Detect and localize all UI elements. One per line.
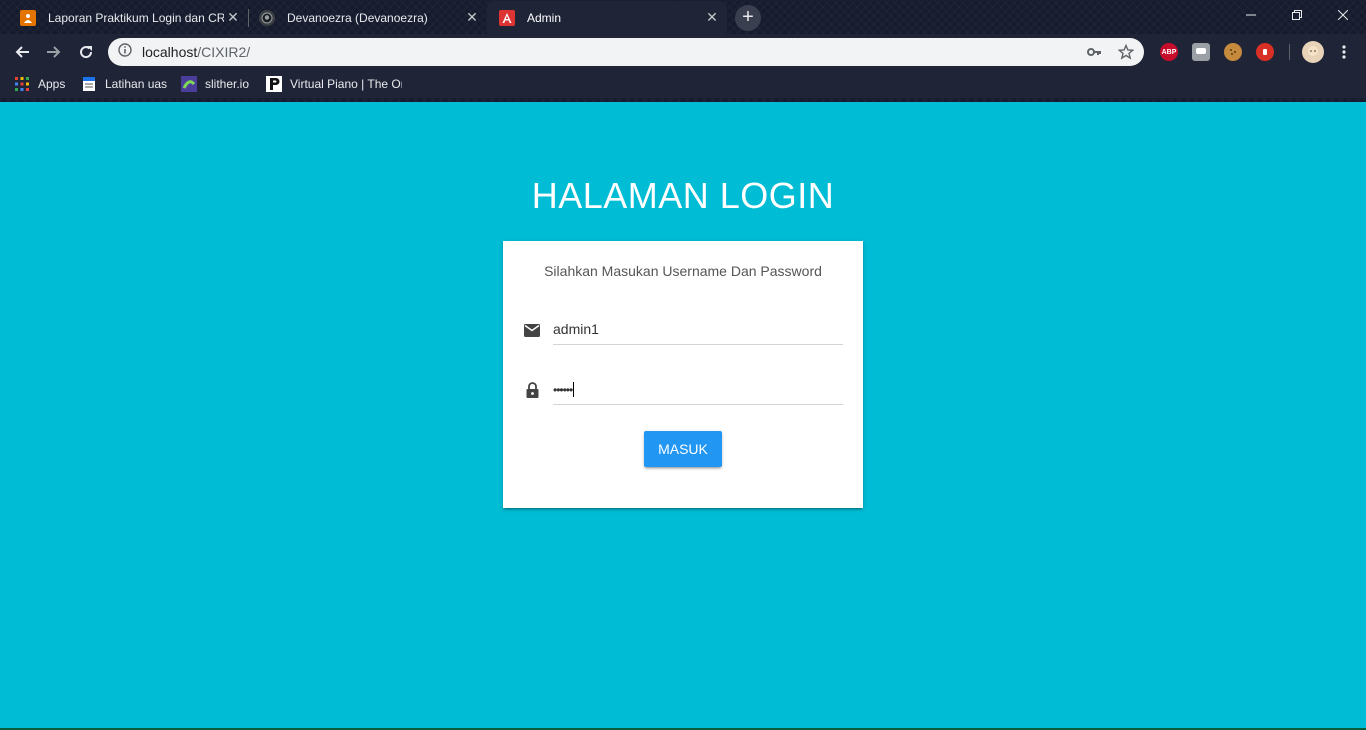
- login-instruction: Silahkan Masukan Username Dan Password: [544, 263, 822, 279]
- stop-extension-icon[interactable]: [1256, 43, 1274, 61]
- password-mask: ••••••: [553, 383, 573, 397]
- tab-title: Devanoezra (Devanoezra): [287, 10, 428, 25]
- adblock-plus-icon[interactable]: ABP: [1160, 43, 1178, 61]
- forward-button[interactable]: [40, 38, 68, 66]
- bookmark-slither[interactable]: slither.io: [181, 75, 249, 93]
- reload-icon: [80, 46, 93, 59]
- new-tab-button[interactable]: +: [735, 5, 761, 31]
- tab-admin[interactable]: Admin ✕: [487, 1, 727, 34]
- angular-icon: [499, 9, 515, 26]
- close-window-button[interactable]: [1320, 0, 1366, 30]
- slither-icon: [181, 76, 197, 92]
- bookmark-star-icon[interactable]: [1117, 43, 1135, 65]
- page-title: HALAMAN LOGIN: [531, 175, 835, 216]
- restore-button[interactable]: [1274, 0, 1320, 30]
- chat-extension-icon[interactable]: [1192, 43, 1210, 61]
- bookmark-label: Latihan uas: [105, 77, 168, 91]
- kebab-menu-icon: [1342, 45, 1346, 59]
- adblock-label: ABP: [1161, 48, 1177, 56]
- person-icon: [20, 9, 36, 26]
- profile-avatar[interactable]: [1302, 41, 1324, 63]
- password-field[interactable]: ••••••: [553, 373, 843, 405]
- close-tab-icon[interactable]: ✕: [705, 10, 719, 24]
- close-tab-icon[interactable]: ✕: [465, 10, 479, 24]
- tab-title: Admin: [527, 10, 562, 25]
- tab-devanoezra[interactable]: Devanoezra (Devanoezra) ✕: [247, 1, 488, 34]
- tab-laporan[interactable]: Laporan Praktikum Login dan CR ✕: [8, 1, 249, 34]
- key-icon[interactable]: [1086, 44, 1102, 65]
- username-field[interactable]: [553, 313, 843, 345]
- back-arrow-icon: [15, 46, 29, 58]
- tab-title: Laporan Praktikum Login dan CR: [48, 10, 224, 25]
- forward-arrow-icon: [47, 46, 61, 58]
- chrome-menu-button[interactable]: [1330, 38, 1358, 66]
- url-host: localhost: [142, 44, 198, 60]
- bookmark-virtual-piano[interactable]: Virtual Piano | The Or: [266, 75, 402, 93]
- bookmarks-bar: Apps Latihan uas slither.io Virtual Pian…: [0, 70, 1366, 98]
- github-icon: [259, 9, 275, 26]
- piano-p-icon: [266, 76, 282, 92]
- toolbar: localhost/CIXIR2/ ABP: [0, 34, 1366, 70]
- bookmark-latihan-uas[interactable]: Latihan uas: [81, 75, 167, 93]
- back-button[interactable]: [8, 38, 36, 66]
- address-bar[interactable]: localhost/CIXIR2/: [108, 38, 1144, 66]
- tab-strip: Laporan Praktikum Login dan CR ✕ Devanoe…: [0, 0, 1366, 34]
- close-tab-icon[interactable]: ✕: [226, 10, 240, 24]
- bookmark-label: Virtual Piano | The Or: [290, 77, 402, 91]
- lock-icon: [523, 381, 541, 399]
- bookmark-apps[interactable]: Apps: [14, 75, 65, 93]
- reload-button[interactable]: [72, 38, 100, 66]
- bookmark-label: Apps: [38, 77, 66, 91]
- toolbar-divider: [1289, 44, 1290, 60]
- cookie-extension-icon[interactable]: [1224, 43, 1242, 61]
- email-icon: [523, 321, 541, 339]
- text-caret: [573, 382, 575, 397]
- masuk-button[interactable]: MASUK: [644, 431, 722, 467]
- apps-grid-icon: [14, 76, 30, 92]
- bookmark-label: slither.io: [205, 77, 250, 91]
- info-icon[interactable]: [118, 42, 132, 62]
- url-path: /CIXIR2/: [197, 44, 251, 60]
- login-card: Silahkan Masukan Username Dan Password •…: [503, 241, 863, 508]
- minimize-button[interactable]: [1228, 0, 1274, 30]
- browser-chrome: Laporan Praktikum Login dan CR ✕ Devanoe…: [0, 0, 1366, 102]
- document-icon: [81, 76, 97, 92]
